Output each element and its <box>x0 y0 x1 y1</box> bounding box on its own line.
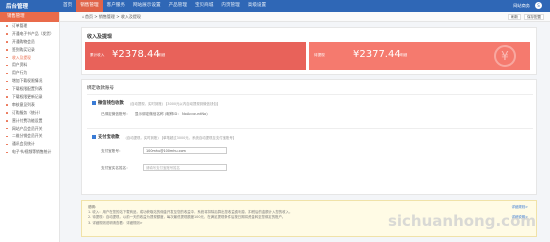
home-icon[interactable]: ⌂ <box>82 12 85 22</box>
sidebar-item-subscription-stats[interactable]: 订购服务（统计） <box>0 109 59 117</box>
nav-item-customer-service[interactable]: 客户服务 <box>103 0 129 12</box>
pending-withdraw-detail-link[interactable]: 明细 <box>400 53 407 58</box>
pending-withdraw-card: 待提现 ¥2377.44 明细 ¥ <box>309 42 530 70</box>
sidebar-item-download-updates[interactable]: 下载权限更新记录 <box>0 93 59 101</box>
income-panel: 收入及提现 累计收入 ¥2378.44 明细 待提现 ¥2377.44 明细 ¥ <box>81 27 537 75</box>
breadcrumb: ⌂ 首页 > 销售管理 > 收入及提现 刷新 保存配置 <box>60 12 550 22</box>
nav-item-products[interactable]: 产品管理 <box>165 0 191 12</box>
wechat-bound-value: 显示绑定微信名称 (昵称ID： NoAccountNo) <box>134 112 208 116</box>
nav-item-advanced[interactable]: 高级设置 <box>244 0 270 12</box>
breadcrumb-sep: > <box>116 14 120 19</box>
alipay-section: 支付宝收款 (自动提现，实时到账) 【单笔超过3000元，系统自动提现至支付宝账… <box>87 128 533 190</box>
sidebar-item-download-permission[interactable]: 增加下载权限情况 <box>0 77 59 85</box>
breadcrumb-current: 收入及提现 <box>120 14 141 19</box>
wechat-section: 微信钱包收款 (自动提现，实时到账) 【3000元以内自动提现到微信钱包】 已绑… <box>87 94 533 124</box>
avatar[interactable]: S <box>535 2 542 9</box>
sidebar-item-ebook-open[interactable]: 开通电子书产品（发货） <box>0 30 59 38</box>
user-name[interactable]: 网站商务 <box>513 3 530 9</box>
sidebar: 销售管理 订单管理 开通电子书产品（发货） 开通购物会员 签到购买记录 收入及提… <box>0 12 60 242</box>
wechat-bound-row: 已绑定微信账号： 显示绑定微信名称 (昵称ID： NoAccountNo) <box>101 112 208 117</box>
sidebar-item-member-switch[interactable]: 网站产品会员开关 <box>0 125 59 133</box>
alipay-hint: (自动提现，实时到账) 【单笔超过3000元，系统自动提现至支付宝账号】 <box>125 135 237 140</box>
sidebar-item-sales-stats[interactable]: 电子书/视频等销售统计 <box>0 148 59 156</box>
nav-item-sales[interactable]: 销售管理 <box>76 0 103 12</box>
sidebar-item-member-stats[interactable]: 通讯会员统计 <box>0 140 59 148</box>
nav-item-site-display[interactable]: 网站展示设置 <box>129 0 165 12</box>
wechat-hint: (自动提现，实时到账) 【3000元以内自动提现到微信钱包】 <box>129 101 221 106</box>
sidebar-item-member-open[interactable]: 开通购物会员 <box>0 38 59 46</box>
yen-icon: ¥ <box>494 45 516 67</box>
total-income-label: 累计收入 <box>90 53 105 57</box>
sidebar-item-download-config[interactable]: 下载权限配置列表 <box>0 85 59 93</box>
watermark: sichuanhong.com <box>387 212 536 230</box>
alipay-name-row: 支付宝实名姓名： 请填写支付宝账号姓名 <box>101 164 227 171</box>
pending-withdraw-label: 待提现 <box>314 53 325 57</box>
sidebar-header: 销售管理 <box>0 12 59 22</box>
sidebar-item-signin-records[interactable]: 签到购买记录 <box>0 46 59 54</box>
alipay-header: 支付宝收款 (自动提现，实时到账) 【单笔超过3000元，系统自动提现至支付宝账… <box>92 134 236 140</box>
sidebar-item-user-behavior[interactable]: 用户行为 <box>0 69 59 77</box>
income-title: 收入及提现 <box>87 34 113 40</box>
save-config-button[interactable]: 保存配置 <box>524 14 544 20</box>
account-title: 绑定收款账号 <box>87 86 114 91</box>
alipay-name-label: 支付宝实名姓名： <box>101 165 130 170</box>
alipay-account-label: 支付宝账号： <box>101 148 123 153</box>
nav-item-mall[interactable]: 宝贝商城 <box>191 0 217 12</box>
breadcrumb-sales[interactable]: 销售管理 <box>99 14 115 19</box>
sidebar-item-paid-features[interactable]: 营计付费功能设置 <box>0 117 59 125</box>
alipay-account-input[interactable]: 100mhu@100mhu.com <box>143 147 227 154</box>
alipay-name-input[interactable]: 请填写支付宝账号姓名 <box>143 164 227 171</box>
refresh-button[interactable]: 刷新 <box>508 14 521 20</box>
top-bar: 后台管理 首页 销售管理 客户服务 网站展示设置 产品管理 宝贝商城 内页管理 … <box>0 0 550 12</box>
breadcrumb-home[interactable]: 首页 <box>85 14 93 19</box>
sidebar-item-distribution-switch[interactable]: 二维分销会员开关 <box>0 132 59 140</box>
alipay-title: 支付宝收款 <box>98 135 120 140</box>
main-nav: 首页 销售管理 客户服务 网站展示设置 产品管理 宝贝商城 内页管理 高级设置 <box>59 0 270 12</box>
wechat-header: 微信钱包收款 (自动提现，实时到账) 【3000元以内自动提现到微信钱包】 <box>92 100 220 106</box>
alipay-account-row: 支付宝账号： 100mhu@100mhu.com <box>101 147 227 154</box>
notes-rules-link[interactable]: 详细规则> <box>512 205 528 210</box>
account-panel: 绑定收款账号 微信钱包收款 (自动提现，实时到账) 【3000元以内自动提现到微… <box>81 79 537 195</box>
wechat-title: 微信钱包收款 <box>98 101 124 106</box>
sidebar-item-income[interactable]: 收入及提现 <box>0 54 59 62</box>
total-income-card: 累计收入 ¥2378.44 明细 <box>85 42 306 70</box>
sidebar-item-user-profile[interactable]: 用户资料 <box>0 61 59 69</box>
wechat-bound-label: 已绑定微信账号： <box>101 112 130 116</box>
total-income-detail-link[interactable]: 明细 <box>158 53 165 58</box>
brand-title: 后台管理 <box>6 4 29 10</box>
nav-item-pages[interactable]: 内页管理 <box>217 0 243 12</box>
wechat-checkbox[interactable] <box>92 101 96 105</box>
alipay-checkbox[interactable] <box>92 135 96 139</box>
sidebar-item-review-list[interactable]: 审核意见列表 <box>0 101 59 109</box>
pending-withdraw-amount: ¥2377.44 <box>353 49 401 60</box>
nav-item-home[interactable]: 首页 <box>59 0 76 12</box>
total-income-amount: ¥2378.44 <box>112 49 160 60</box>
breadcrumb-actions: 刷新 保存配置 <box>508 14 544 20</box>
user-menu[interactable]: 网站商务 S <box>513 2 542 9</box>
sidebar-item-orders[interactable]: 订单管理 <box>0 22 59 30</box>
breadcrumb-sep: > <box>94 14 98 19</box>
